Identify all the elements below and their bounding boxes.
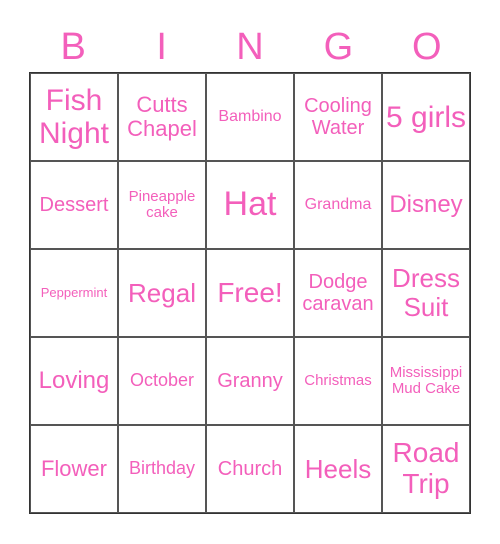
header-letter-g: G xyxy=(323,26,354,68)
bingo-cell[interactable]: 5 girls xyxy=(382,73,470,161)
bingo-cell[interactable]: Disney xyxy=(382,161,470,249)
bingo-cell[interactable]: Granny xyxy=(206,337,294,425)
bingo-header: B I N G O xyxy=(29,22,471,72)
bingo-cell[interactable]: Dress Suit xyxy=(382,249,470,337)
bingo-cell[interactable]: Cooling Water xyxy=(294,73,382,161)
bingo-card-grid: Fish Night Cutts Chapel Bambino Cooling … xyxy=(29,72,471,514)
bingo-cell[interactable]: Grandma xyxy=(294,161,382,249)
header-letter-b: B xyxy=(60,26,86,68)
bingo-cell[interactable]: Bambino xyxy=(206,73,294,161)
bingo-cell[interactable]: Dessert xyxy=(30,161,118,249)
bingo-cell[interactable]: Road Trip xyxy=(382,425,470,513)
bingo-cell[interactable]: Cutts Chapel xyxy=(118,73,206,161)
bingo-cell[interactable]: Flower xyxy=(30,425,118,513)
header-letter-i: I xyxy=(156,26,167,68)
bingo-cell[interactable]: Mississippi Mud Cake xyxy=(382,337,470,425)
bingo-cell[interactable]: Fish Night xyxy=(30,73,118,161)
bingo-cell[interactable]: October xyxy=(118,337,206,425)
bingo-cell[interactable]: Regal xyxy=(118,249,206,337)
bingo-cell[interactable]: Christmas xyxy=(294,337,382,425)
bingo-cell[interactable]: Birthday xyxy=(118,425,206,513)
free-space-cell[interactable]: Free! xyxy=(206,249,294,337)
bingo-cell[interactable]: Church xyxy=(206,425,294,513)
bingo-cell[interactable]: Pineapple cake xyxy=(118,161,206,249)
header-letter-n: N xyxy=(236,26,264,68)
header-letter-o: O xyxy=(412,26,442,68)
bingo-cell[interactable]: Heels xyxy=(294,425,382,513)
bingo-cell[interactable]: Dodge caravan xyxy=(294,249,382,337)
bingo-cell[interactable]: Loving xyxy=(30,337,118,425)
bingo-cell[interactable]: Peppermint xyxy=(30,249,118,337)
bingo-cell[interactable]: Hat xyxy=(206,161,294,249)
